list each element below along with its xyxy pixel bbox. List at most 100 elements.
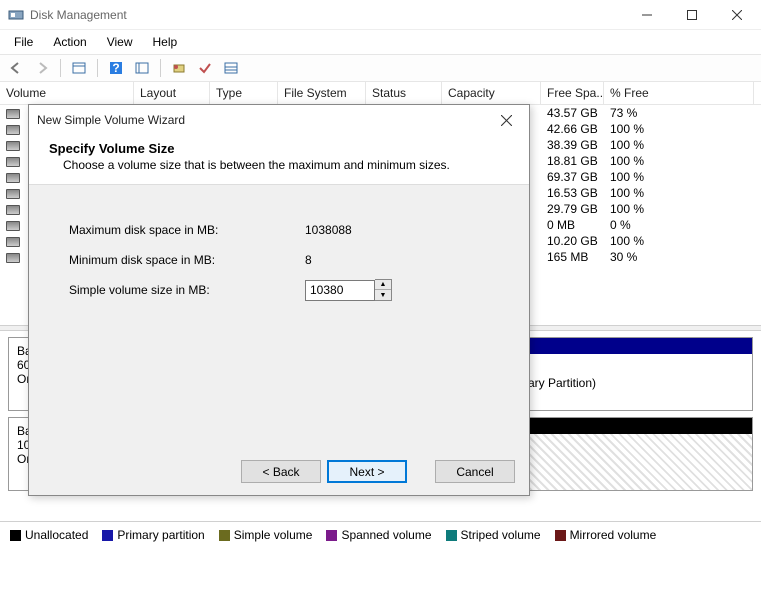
titlebar: Disk Management [0,0,761,30]
partition[interactable]: ary Partition) [519,338,752,410]
col-filesystem[interactable]: File System [278,82,366,104]
minimize-button[interactable] [624,1,669,29]
swatch-striped [446,530,457,541]
size-row: Simple volume size in MB: ▲ ▼ [69,275,489,305]
disk-icon [6,141,20,151]
toolbar: ? [0,54,761,82]
cell-pctfree: 100 % [604,186,754,200]
cell-pctfree: 0 % [604,218,754,232]
wizard-header: Specify Volume Size Choose a volume size… [29,135,529,185]
size-input[interactable] [305,280,375,301]
cell-free: 0 MB [541,218,604,232]
menu-help[interactable]: Help [145,32,186,52]
wizard-title: New Simple Volume Wizard [37,113,491,127]
swatch-simple [219,530,230,541]
max-space-label: Maximum disk space in MB: [69,223,305,237]
col-type[interactable]: Type [210,82,278,104]
grid-header: Volume Layout Type File System Status Ca… [0,82,761,105]
legend-unallocated: Unallocated [10,528,88,542]
swatch-primary [102,530,113,541]
menubar: File Action View Help [0,30,761,54]
col-layout[interactable]: Layout [134,82,210,104]
cell-free: 16.53 GB [541,186,604,200]
menu-file[interactable]: File [6,32,41,52]
cell-pctfree: 100 % [604,122,754,136]
cell-free: 38.39 GB [541,138,604,152]
disk-icon [6,173,20,183]
swatch-spanned [326,530,337,541]
show-hide-icon[interactable] [67,57,91,79]
wizard-subtext: Choose a volume size that is between the… [63,158,509,172]
list-icon[interactable] [219,57,243,79]
svg-text:?: ? [112,61,119,75]
col-pctfree[interactable]: % Free [604,82,754,104]
toolbar-separator [160,59,161,77]
disk-icon [6,125,20,135]
wizard-titlebar: New Simple Volume Wizard [29,105,529,135]
col-status[interactable]: Status [366,82,442,104]
legend-simple: Simple volume [219,528,313,542]
next-button[interactable]: Next > [327,460,407,483]
spinner-up-icon[interactable]: ▲ [375,280,391,290]
toolbar-separator [97,59,98,77]
col-free[interactable]: Free Spa... [541,82,604,104]
col-capacity[interactable]: Capacity [442,82,541,104]
disk-icon [6,205,20,215]
check-icon[interactable] [193,57,217,79]
cell-pctfree: 73 % [604,106,754,120]
wizard-close-button[interactable] [491,108,521,132]
back-button[interactable]: < Back [241,460,321,483]
cell-free: 43.57 GB [541,106,604,120]
col-volume[interactable]: Volume [0,82,134,104]
menu-view[interactable]: View [99,32,141,52]
back-icon[interactable] [4,57,28,79]
swatch-mirrored [555,530,566,541]
wizard-footer: < Back Next > Cancel [241,460,515,483]
cell-free: 42.66 GB [541,122,604,136]
cell-free: 165 MB [541,250,604,264]
cell-pctfree: 100 % [604,202,754,216]
wizard-headline: Specify Volume Size [49,141,509,156]
legend-primary: Primary partition [102,528,204,542]
settings-icon[interactable] [130,57,154,79]
legend-spanned: Spanned volume [326,528,431,542]
cell-free: 18.81 GB [541,154,604,168]
disk-icon [6,237,20,247]
size-spinner: ▲ ▼ [305,279,392,301]
refresh-icon[interactable] [167,57,191,79]
min-space-value: 8 [305,253,312,267]
partition-label: ary Partition) [528,376,596,390]
disk-icon [6,109,20,119]
toolbar-separator [60,59,61,77]
size-label: Simple volume size in MB: [69,283,305,297]
cell-pctfree: 100 % [604,170,754,184]
cell-free: 29.79 GB [541,202,604,216]
forward-icon[interactable] [30,57,54,79]
close-button[interactable] [714,1,759,29]
cancel-button[interactable]: Cancel [435,460,515,483]
partition-body: ary Partition) [520,354,752,410]
cell-free: 10.20 GB [541,234,604,248]
min-space-label: Minimum disk space in MB: [69,253,305,267]
disk-icon [6,189,20,199]
disk-icon [6,253,20,263]
cell-pctfree: 100 % [604,154,754,168]
spinner-down-icon[interactable]: ▼ [375,290,391,300]
partition-header [520,338,752,354]
max-space-value: 1038088 [305,223,352,237]
legend-mirrored: Mirrored volume [555,528,657,542]
disk-icon [6,157,20,167]
swatch-unallocated [10,530,21,541]
maximize-button[interactable] [669,1,714,29]
cell-pctfree: 30 % [604,250,754,264]
legend: Unallocated Primary partition Simple vol… [0,521,761,548]
window-title: Disk Management [30,8,624,22]
max-space-row: Maximum disk space in MB: 1038088 [69,215,489,245]
help-icon[interactable]: ? [104,57,128,79]
menu-action[interactable]: Action [45,32,94,52]
cell-free: 69.37 GB [541,170,604,184]
legend-striped: Striped volume [446,528,541,542]
wizard-dialog: New Simple Volume Wizard Specify Volume … [28,104,530,496]
disk-icon [6,221,20,231]
cell-pctfree: 100 % [604,138,754,152]
